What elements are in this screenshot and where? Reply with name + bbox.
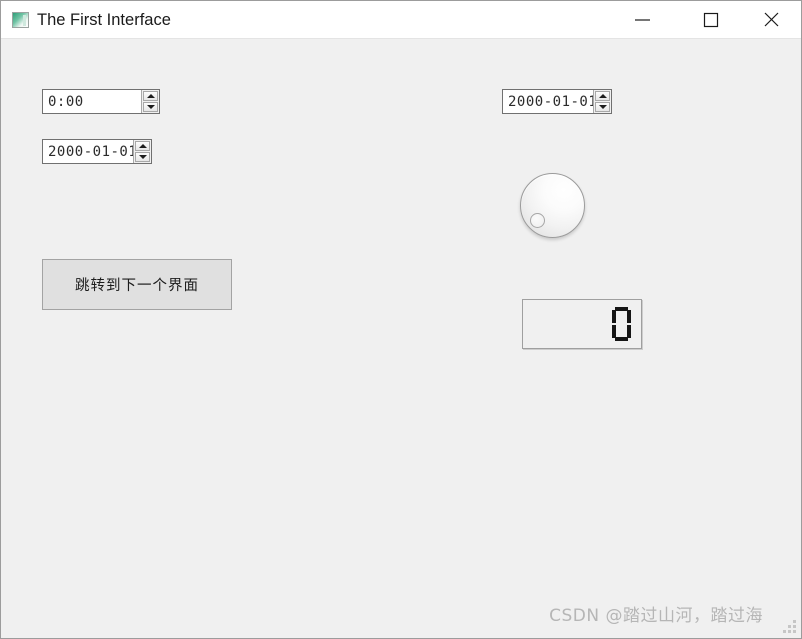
application-image-icon (12, 12, 29, 28)
time-edit-down-button[interactable] (143, 102, 158, 112)
triangle-up-icon (138, 144, 147, 148)
triangle-down-icon (146, 105, 155, 109)
date-edit-right-up-button[interactable] (595, 91, 610, 101)
date-edit-right-value: 2000-01-01 (508, 93, 593, 110)
triangle-down-icon (598, 105, 607, 109)
close-button[interactable] (748, 1, 795, 38)
minimize-button[interactable] (619, 1, 666, 38)
dial[interactable] (520, 173, 585, 238)
date-edit-left[interactable]: 2000-01-01 (42, 139, 152, 164)
time-edit-spin-buttons (141, 90, 159, 113)
window-title: The First Interface (37, 11, 171, 29)
triangle-down-icon (138, 155, 147, 159)
resize-grip[interactable] (783, 620, 796, 633)
time-edit-value: 0:00 (48, 93, 84, 110)
date-edit-right-down-button[interactable] (595, 102, 610, 112)
jump-to-next-interface-button[interactable]: 跳转到下一个界面 (42, 259, 232, 310)
lcd-digit (612, 307, 631, 341)
triangle-up-icon (146, 94, 155, 98)
minimize-icon (635, 19, 650, 21)
time-edit[interactable]: 0:00 (42, 89, 160, 114)
maximize-icon (703, 12, 719, 28)
date-edit-left-value: 2000-01-01 (48, 143, 133, 160)
time-edit-up-button[interactable] (143, 91, 158, 101)
watermark-text: CSDN @踏过山河，踏过海 (549, 606, 763, 626)
date-edit-right-spin-buttons (593, 90, 611, 113)
application-window: The First Interface 0:00 2000-01-01 2000… (0, 0, 802, 639)
date-edit-left-spin-buttons (133, 140, 151, 163)
close-icon (764, 12, 779, 27)
triangle-up-icon (598, 94, 607, 98)
lcd-number-display (522, 299, 642, 349)
maximize-button[interactable] (687, 1, 734, 38)
title-bar: The First Interface (1, 1, 801, 39)
dial-handle-icon[interactable] (530, 213, 545, 228)
date-edit-right[interactable]: 2000-01-01 (502, 89, 612, 114)
date-edit-left-up-button[interactable] (135, 141, 150, 151)
lcd-segment-d (615, 337, 628, 341)
date-edit-left-down-button[interactable] (135, 152, 150, 162)
